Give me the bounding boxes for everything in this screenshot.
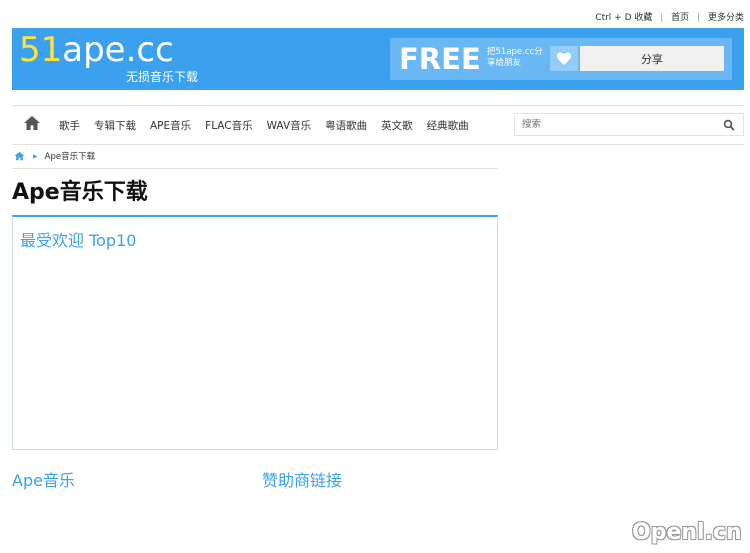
main-nav: 歌手 专辑下载 APE音乐 FLAC音乐 WAV音乐 粤语歌曲 英文歌 经典歌曲 <box>12 105 744 145</box>
nav-item-cantonese[interactable]: 粤语歌曲 <box>325 118 367 133</box>
top10-panel: 最受欢迎 Top10 <box>12 215 498 450</box>
home-icon[interactable] <box>23 115 41 131</box>
divider <box>12 168 498 169</box>
section-title-sponsor: 赞助商链接 <box>262 471 343 490</box>
nav-item-wav[interactable]: WAV音乐 <box>267 118 312 133</box>
breadcrumb: ▶ Ape音乐下载 <box>14 150 95 162</box>
nav-item-flac[interactable]: FLAC音乐 <box>205 118 252 133</box>
watermark: Openl.cn <box>632 520 742 545</box>
nav-item-classic[interactable]: 经典歌曲 <box>427 118 469 133</box>
search-icon[interactable] <box>723 119 735 131</box>
logo-number: 51 <box>19 30 63 70</box>
nav-menu: 歌手 专辑下载 APE音乐 FLAC音乐 WAV音乐 粤语歌曲 英文歌 经典歌曲 <box>59 118 469 133</box>
nav-item-english[interactable]: 英文歌 <box>381 118 413 133</box>
top-links: Ctrl + D 收藏 | 首页 | 更多分类 <box>595 10 744 23</box>
bookmark-hint: Ctrl + D 收藏 <box>595 13 653 23</box>
logo-domain: ape.cc <box>62 30 174 70</box>
home-link[interactable]: 首页 <box>671 13 689 23</box>
free-label: FREE <box>399 42 481 76</box>
logo-tagline: 无损音乐下载 <box>126 70 199 84</box>
share-desc-line: 享给朋友 <box>487 58 522 68</box>
site-logo[interactable]: 51ape.cc <box>19 31 174 69</box>
share-description: 把51ape.cc分 享给朋友 <box>487 47 543 69</box>
search-input[interactable] <box>515 114 722 135</box>
chevron-right-icon: ▶ <box>33 152 38 160</box>
search-box <box>514 113 744 136</box>
divider: | <box>697 13 701 23</box>
section-title-ape: Ape音乐 <box>12 471 75 490</box>
more-categories-link[interactable]: 更多分类 <box>708 13 744 23</box>
heart-icon <box>556 52 572 65</box>
top10-title: 最受欢迎 Top10 <box>20 231 137 250</box>
nav-item-singers[interactable]: 歌手 <box>59 118 80 133</box>
share-panel: FREE 把51ape.cc分 享给朋友 分享 <box>390 38 732 80</box>
share-button[interactable]: 分享 <box>580 46 724 71</box>
breadcrumb-current: Ape音乐下载 <box>44 152 96 162</box>
share-desc-line: 把51ape.cc分 <box>487 47 543 57</box>
site-header: 51ape.cc 无损音乐下载 FREE 把51ape.cc分 享给朋友 分享 <box>12 28 744 90</box>
nav-item-ape[interactable]: APE音乐 <box>150 118 191 133</box>
divider: | <box>660 13 664 23</box>
favorite-button[interactable] <box>550 46 578 71</box>
page-title: Ape音乐下载 <box>12 180 148 205</box>
nav-item-albums[interactable]: 专辑下载 <box>94 118 136 133</box>
home-icon[interactable] <box>14 151 25 161</box>
